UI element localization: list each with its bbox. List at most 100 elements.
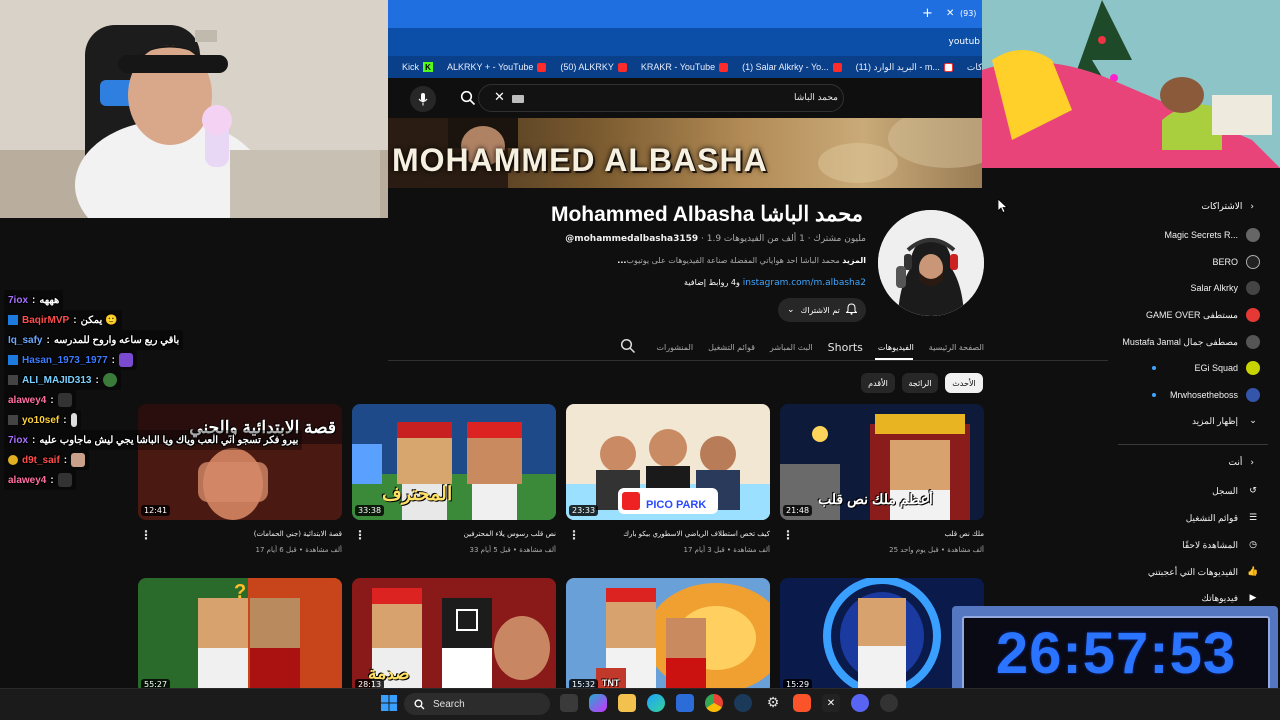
file-explorer-icon[interactable]: [618, 694, 636, 712]
badge-icon: [8, 355, 18, 365]
chat-username: Iq_safy: [8, 334, 43, 346]
tab-playlists[interactable]: قوائم التشغيل: [708, 343, 755, 352]
chip-latest[interactable]: الأحدث: [945, 373, 983, 393]
chat-username: alawey4: [8, 474, 47, 486]
sidebar-item-history[interactable]: السجل ↺: [1110, 481, 1260, 501]
emote-icon: [71, 453, 86, 467]
chat-message: d9t_saif:: [4, 450, 90, 470]
video-thumbnail[interactable]: صدمة 28:13: [352, 578, 556, 694]
more-options-icon[interactable]: ⋮: [354, 528, 366, 542]
channel-avatar[interactable]: [878, 210, 984, 316]
channel-search-icon[interactable]: [620, 338, 636, 358]
video-title[interactable]: قصة الابتدائية (جني الحمامات): [162, 530, 342, 538]
chat-username: ALI_MAJID313: [22, 374, 92, 386]
sidebar-item-subscription[interactable]: Mustafa Jamal مصطفى جمال: [1110, 332, 1260, 352]
address-bar[interactable]: youtub: [388, 28, 982, 56]
stream-timer: 26:57:53: [995, 621, 1237, 686]
tabs-divider: [388, 360, 1108, 361]
sidebar-item-playlists[interactable]: قوائم التشغيل ☰: [1110, 508, 1260, 528]
emote-icon: [118, 353, 133, 367]
emote-icon: [57, 393, 72, 407]
sidebar-item-subscription[interactable]: EGi Squad: [1110, 358, 1260, 378]
subscriptions-heading[interactable]: الاشتراكات ›: [1202, 202, 1254, 212]
bookmark-3[interactable]: KRAKR - YouTube: [641, 62, 729, 72]
voice-search-icon[interactable]: [410, 86, 436, 112]
video-title[interactable]: كيف تخص استطلاف الرياضي الاسطوري بيكو با…: [590, 530, 770, 538]
channel-description[interactable]: ...المزيد محمد الباشا احد هواياتي المفضل…: [560, 256, 866, 265]
copilot-icon[interactable]: [589, 694, 607, 712]
bookmark-kick[interactable]: Kick K: [402, 62, 434, 72]
chip-popular[interactable]: الرائجة: [902, 373, 938, 393]
bookmark-5[interactable]: (11) البريد الوارد - m...: [856, 62, 953, 73]
bookmark-6[interactable]: الاشتراكات: [967, 62, 982, 73]
taskbar-search[interactable]: Search: [404, 693, 550, 715]
chat-message: Iq_safy: باقي ربع ساعه واروح للمدرسه: [4, 330, 184, 350]
edge-icon[interactable]: [647, 694, 665, 712]
windows-start-icon[interactable]: [380, 694, 398, 712]
keyboard-icon[interactable]: [512, 95, 524, 103]
video-thumbnail[interactable]: TNT 15:32: [566, 578, 770, 694]
video-title[interactable]: نص قلب رسوس يلاء المحترفين: [376, 530, 556, 538]
sidebar-item-your-videos[interactable]: فيديوهاتك ▶: [1110, 588, 1260, 608]
steam-icon[interactable]: [734, 694, 752, 712]
chat-text: هههه: [39, 294, 60, 306]
instagram-link[interactable]: instagram.com/m.albasha2: [743, 278, 866, 288]
settings-icon[interactable]: ⚙: [764, 694, 782, 712]
video-stats: 33 ألف مشاهدة • قبل 5 أيام: [469, 546, 556, 554]
subscription-name: Salar Alkrky: [1190, 283, 1238, 293]
chat-text: بيرو فكر تسجو اني العب وياك ويا الباشا ي…: [39, 434, 299, 446]
streamer-webcam-image: [0, 0, 388, 218]
video-title[interactable]: ملك نص قلب: [804, 530, 984, 538]
sidebar-item-subscription[interactable]: Salar Alkrky: [1110, 278, 1260, 298]
tab-live[interactable]: البث المباشر: [770, 343, 813, 352]
app-icon[interactable]: ✕: [822, 694, 840, 712]
bookmark-4[interactable]: (1) Salar Alkrky - Yo...: [742, 62, 842, 72]
task-view-icon[interactable]: [560, 694, 578, 712]
sidebar-item-label: الفيديوهات التي أعجبتني: [1147, 566, 1238, 577]
badge-icon: [8, 315, 18, 325]
more-options-icon[interactable]: ⋮: [782, 528, 794, 542]
sidebar-item-subscription[interactable]: BERO: [1110, 252, 1260, 272]
chat-message: alawey4:: [4, 470, 76, 490]
tab-close-icon[interactable]: ✕: [946, 8, 954, 19]
tab-home[interactable]: الصفحة الرئيسية: [929, 343, 984, 352]
more-links[interactable]: و4 روابط إضافية: [684, 278, 740, 287]
clear-search-icon[interactable]: ✕: [494, 90, 505, 105]
tab-shorts[interactable]: Shorts: [828, 341, 863, 354]
channel-links[interactable]: و4 روابط إضافية instagram.com/m.albasha2: [560, 278, 866, 288]
bookmark-1[interactable]: ALKRKY + - YouTube: [447, 62, 547, 72]
chip-oldest[interactable]: الأقدم: [861, 373, 895, 393]
sidebar-item-subscription[interactable]: GAME OVER مستطفى: [1110, 305, 1260, 325]
sidebar-item-subscription[interactable]: Mrwhosetheboss: [1110, 385, 1260, 405]
sidebar-item-subscription[interactable]: Magic Secrets R...: [1110, 225, 1260, 245]
discord-icon[interactable]: [851, 694, 869, 712]
obs-icon[interactable]: [880, 694, 898, 712]
video-duration: 33:38: [355, 505, 385, 516]
sidebar-item-liked[interactable]: الفيديوهات التي أعجبتني 👍: [1110, 562, 1260, 582]
sidebar-item-watch-later[interactable]: المشاهدة لاحقًا ◷: [1110, 535, 1260, 555]
channel-banner: MOHAMMED ALBASHA: [388, 118, 982, 188]
sidebar-item-label: السجل: [1212, 485, 1238, 496]
tab-videos[interactable]: الفيديوهات: [878, 343, 914, 352]
subscription-name: Mrwhosetheboss: [1169, 390, 1238, 400]
video-thumbnail[interactable]: أعظم ملك نص قلب 21:48: [780, 404, 984, 520]
new-tab-button[interactable]: +: [922, 6, 933, 21]
video-thumbnail[interactable]: PICO PARK 23:33: [566, 404, 770, 520]
subscribed-label: تم الاشتراك: [800, 305, 840, 315]
chevron-down-icon: ⌄: [787, 305, 795, 315]
more-options-icon[interactable]: ⋮: [140, 528, 152, 542]
search-icon[interactable]: [460, 90, 476, 110]
chrome-icon[interactable]: [705, 694, 723, 712]
store-icon[interactable]: [676, 694, 694, 712]
show-more-button[interactable]: إظهار المزيد ⌄: [1110, 411, 1260, 431]
you-heading[interactable]: أنت ›: [1229, 458, 1254, 468]
browser-tab-title[interactable]: (93): [960, 9, 976, 18]
subscribed-button[interactable]: ⌄ تم الاشتراك: [778, 298, 866, 322]
more-options-icon[interactable]: ⋮: [568, 528, 580, 542]
tab-posts[interactable]: المنشورات: [657, 343, 694, 352]
bookmark-2[interactable]: (50) ALKRKY: [560, 62, 627, 72]
brave-icon[interactable]: [793, 694, 811, 712]
video-thumbnail[interactable]: ? 55:27: [138, 578, 342, 694]
bookmarks-bar: Kick K ALKRKY + - YouTube (50) ALKRKY KRA…: [388, 56, 982, 78]
chat-username: yo10sef: [22, 414, 60, 426]
